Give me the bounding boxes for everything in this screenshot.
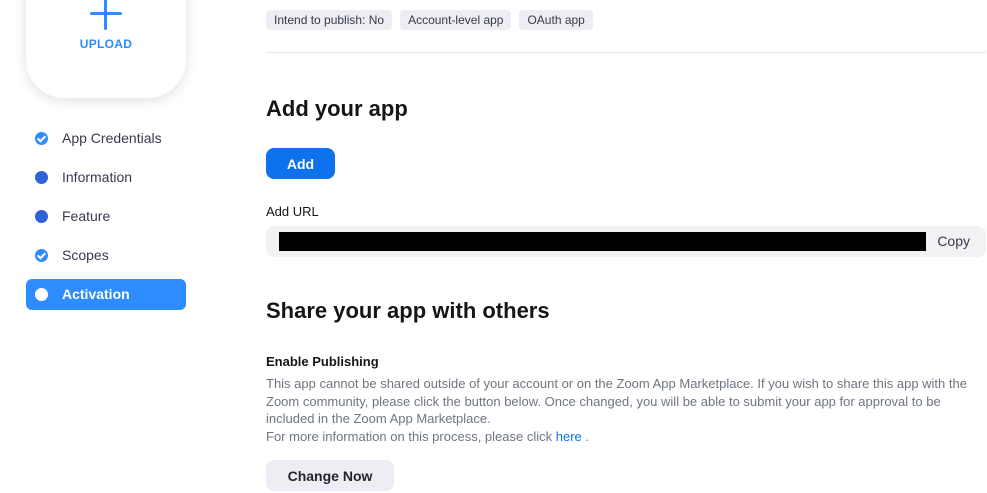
sidebar-item-label: App Credentials bbox=[62, 130, 162, 146]
here-link[interactable]: here bbox=[556, 429, 582, 444]
sidebar-item-label: Information bbox=[62, 169, 133, 185]
sidebar-item-activation[interactable]: Activation bbox=[26, 279, 186, 310]
check-circle-icon bbox=[35, 132, 48, 145]
add-button[interactable]: Add bbox=[266, 148, 335, 179]
redacted-url bbox=[279, 232, 926, 251]
app-tags: Intend to publish: No Account-level app … bbox=[266, 10, 593, 30]
add-url-field[interactable]: Copy bbox=[266, 226, 986, 257]
tag-account-level: Account-level app bbox=[400, 10, 512, 30]
upload-card[interactable]: UPLOAD bbox=[26, 0, 186, 98]
sidebar-item-label: Scopes bbox=[62, 247, 109, 263]
tag-oauth: OAuth app bbox=[519, 10, 593, 30]
more-info-suffix: . bbox=[585, 428, 590, 444]
more-info-text: For more information on this process, pl… bbox=[266, 428, 553, 444]
dot-icon bbox=[35, 210, 48, 223]
check-circle-icon bbox=[35, 249, 48, 262]
dot-icon bbox=[35, 288, 48, 301]
dot-icon bbox=[35, 171, 48, 184]
sidebar-item-information[interactable]: Information bbox=[26, 162, 186, 193]
enable-publishing-label: Enable Publishing bbox=[266, 354, 379, 369]
sidebar-item-label: Activation bbox=[62, 286, 130, 302]
add-app-title: Add your app bbox=[266, 96, 408, 121]
tag-publish-status: Intend to publish: No bbox=[266, 10, 393, 30]
sidebar-nav: App Credentials Information Feature Scop… bbox=[26, 123, 186, 318]
plus-icon[interactable] bbox=[90, 0, 122, 30]
add-url-label: Add URL bbox=[266, 204, 319, 219]
share-app-title: Share your app with others bbox=[266, 298, 550, 323]
sidebar-item-feature[interactable]: Feature bbox=[26, 201, 186, 232]
sidebar-item-app-credentials[interactable]: App Credentials bbox=[26, 123, 186, 154]
publishing-description: This app cannot be shared outside of you… bbox=[266, 375, 976, 445]
sidebar-item-label: Feature bbox=[62, 208, 111, 224]
upload-label[interactable]: UPLOAD bbox=[26, 37, 186, 51]
sidebar-item-scopes[interactable]: Scopes bbox=[26, 240, 186, 271]
change-now-button[interactable]: Change Now bbox=[266, 460, 394, 491]
description-text: This app cannot be shared outside of you… bbox=[266, 376, 967, 426]
copy-button[interactable]: Copy bbox=[937, 233, 970, 249]
divider bbox=[266, 52, 986, 53]
